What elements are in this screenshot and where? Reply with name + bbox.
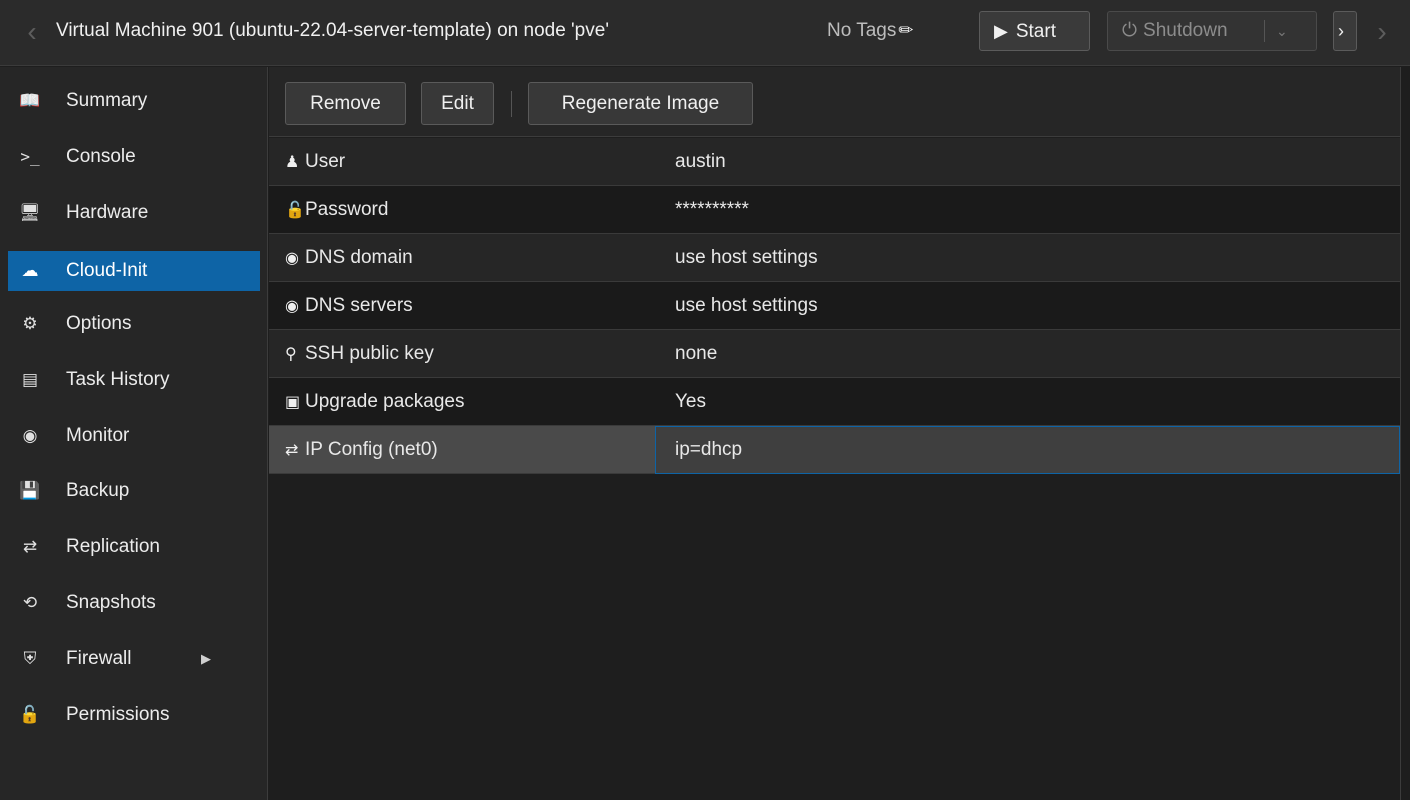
row-key: DNS servers — [305, 295, 413, 316]
remove-button[interactable]: Remove — [285, 82, 406, 125]
tags-editor[interactable]: No Tags ✏ — [827, 20, 913, 42]
toolbar-divider — [511, 91, 512, 117]
play-icon: ▶ — [994, 21, 1008, 41]
retweet-icon: ⇄ — [22, 537, 38, 556]
panel-edge — [1400, 67, 1410, 800]
sidebar-item-label: Summary — [66, 90, 148, 111]
monitor-icon: 🖥 — [19, 203, 41, 222]
table-row[interactable]: ◉ DNS domain use host settings — [269, 234, 1400, 282]
sidebar-item-options[interactable]: ⚙ Options — [8, 304, 260, 344]
scroll-left-icon[interactable]: ‹ — [22, 15, 42, 49]
row-key: Upgrade packages — [305, 391, 465, 412]
table-row[interactable]: ⚲ SSH public key none — [269, 330, 1400, 378]
book-icon: 📖 — [19, 91, 41, 110]
key-icon: ⚲ — [285, 346, 297, 363]
page-title: Virtual Machine 901 (ubuntu-22.04-server… — [56, 20, 609, 41]
row-value: ip=dhcp — [675, 439, 743, 460]
sidebar-item-summary[interactable]: 📖 Summary — [8, 81, 260, 121]
table-row-selected[interactable]: ⇄ IP Config (net0) ip=dhcp — [269, 426, 1400, 474]
sidebar-item-label: Backup — [66, 480, 130, 501]
floppy-icon: 💾 — [19, 481, 41, 500]
sidebar-item-label: Monitor — [66, 425, 130, 446]
row-value: none — [675, 343, 718, 364]
row-key: IP Config (net0) — [305, 439, 438, 460]
globe-icon: ◉ — [285, 250, 299, 267]
row-key: DNS domain — [305, 247, 413, 268]
cloud-icon: ☁ — [21, 261, 39, 280]
start-button-label: Start — [1015, 21, 1056, 42]
sidebar-item-task-history[interactable]: ▤ Task History — [8, 360, 260, 400]
sidebar-item-backup[interactable]: 💾 Backup — [8, 471, 260, 511]
sidebar-item-label: Cloud-Init — [66, 260, 148, 281]
sidebar-item-label: Console — [66, 146, 136, 167]
row-key: User — [305, 151, 346, 172]
table-row[interactable]: ♟ User austin — [269, 138, 1400, 186]
table-row[interactable]: ▣ Upgrade packages Yes — [269, 378, 1400, 426]
sidebar-item-firewall[interactable]: ⛨ Firewall ▶ — [8, 639, 260, 679]
row-value: use host settings — [675, 295, 818, 316]
grid-empty-area — [269, 477, 1400, 800]
regenerate-image-button[interactable]: Regenerate Image — [528, 82, 753, 125]
start-button[interactable]: ▶ Start — [979, 11, 1090, 51]
sidebar-item-monitor[interactable]: ◉ Monitor — [8, 416, 260, 456]
terminal-icon: >_ — [20, 147, 40, 166]
row-value: Yes — [675, 391, 706, 412]
selected-value-cell[interactable] — [655, 426, 1400, 474]
list-icon: ▤ — [21, 370, 39, 389]
sidebar-item-replication[interactable]: ⇄ Replication — [8, 527, 260, 567]
sidebar-item-label: Options — [66, 313, 132, 334]
shield-icon: ⛨ — [23, 649, 37, 668]
sidebar-item-cloud-init[interactable]: ☁ Cloud-Init — [8, 251, 260, 291]
toolbar: Remove Edit Regenerate Image — [269, 67, 1400, 137]
user-icon: ♟ — [285, 154, 300, 171]
sidebar-item-label: Permissions — [66, 704, 170, 725]
sidebar: 📖 Summary >_ Console 🖥 Hardware ☁ Cloud-… — [0, 67, 268, 800]
eye-icon: ◉ — [22, 426, 38, 445]
unlock-icon: 🔓 — [285, 202, 305, 219]
table-row[interactable]: 🔓Password ********** — [269, 186, 1400, 234]
row-key: Password — [305, 199, 389, 220]
table-row[interactable]: ◉ DNS servers use host settings — [269, 282, 1400, 330]
sidebar-item-permissions[interactable]: 🔓 Permissions — [8, 695, 260, 735]
history-icon: ⟲ — [22, 593, 38, 612]
row-value: use host settings — [675, 247, 818, 268]
row-value: ********** — [675, 199, 749, 220]
pencil-icon[interactable]: ✏ — [898, 20, 913, 40]
sidebar-item-snapshots[interactable]: ⟲ Snapshots — [8, 583, 260, 623]
sidebar-item-label: Hardware — [66, 202, 149, 223]
power-icon: ⏻ — [1122, 20, 1138, 41]
sidebar-item-label: Replication — [66, 536, 160, 557]
sidebar-item-label: Task History — [66, 369, 170, 390]
gear-icon: ⚙ — [22, 314, 38, 333]
caret-right-icon[interactable]: ▶ — [201, 639, 211, 679]
cloud-init-grid: ♟ User austin 🔓Password ********** ◉ DNS d… — [269, 138, 1400, 474]
row-key: SSH public key — [305, 343, 434, 364]
shutdown-button-label: Shutdown — [1143, 20, 1228, 41]
chevron-right-icon: › — [1338, 21, 1344, 41]
unlock-icon: 🔓 — [19, 705, 41, 724]
shutdown-button[interactable]: ⏻ Shutdown ⌄ — [1107, 11, 1317, 51]
globe-icon: ◉ — [285, 298, 299, 315]
archive-icon: ▣ — [285, 394, 301, 411]
sidebar-item-label: Snapshots — [66, 592, 156, 613]
chevron-down-icon[interactable]: ⌄ — [1276, 12, 1288, 50]
sidebar-item-console[interactable]: >_ Console — [8, 137, 260, 177]
tags-label: No Tags — [827, 20, 897, 41]
title-bar: ‹ Virtual Machine 901 (ubuntu-22.04-serv… — [0, 0, 1410, 66]
edit-button[interactable]: Edit — [421, 82, 494, 125]
sidebar-item-label: Firewall — [66, 648, 132, 669]
sidebar-item-hardware[interactable]: 🖥 Hardware — [8, 193, 260, 233]
console-menu-button[interactable]: › — [1333, 11, 1357, 51]
scroll-right-icon[interactable]: › — [1372, 15, 1392, 49]
split-divider — [1264, 20, 1265, 42]
exchange-icon: ⇄ — [285, 442, 299, 459]
row-value: austin — [675, 151, 726, 172]
